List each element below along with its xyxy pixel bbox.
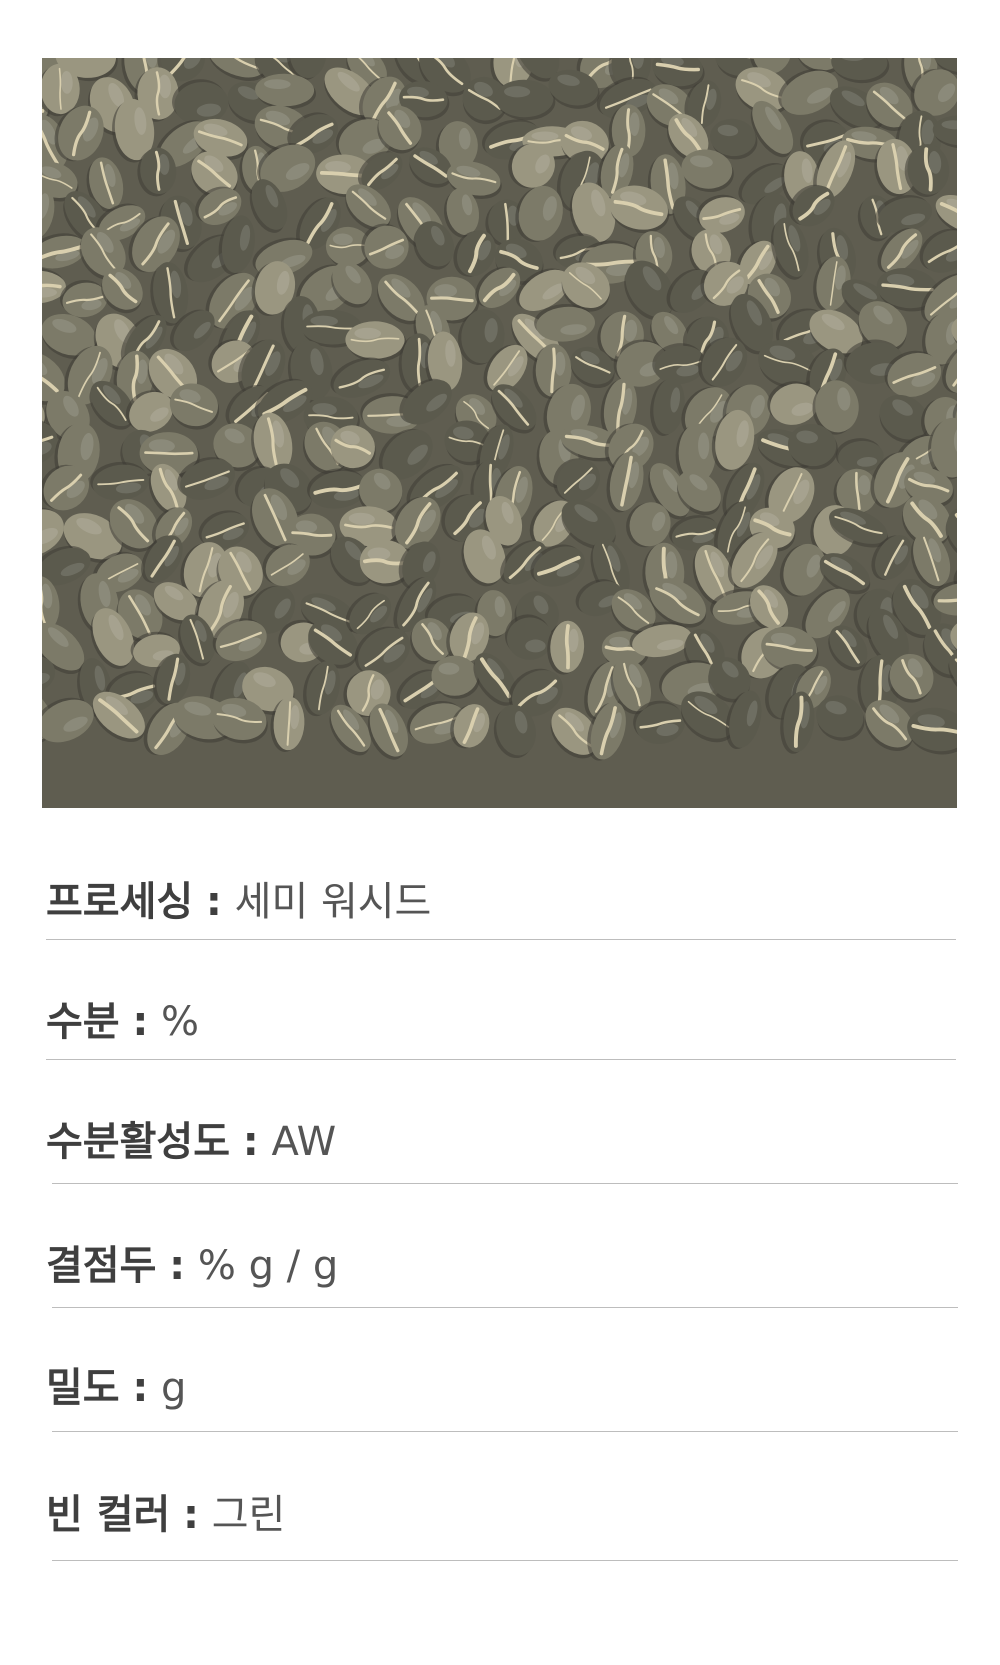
spec-row-defects: 결점두 : % g / g [46,1236,956,1296]
spec-label-defects: 결점두 [46,1243,157,1289]
spec-separator: : [242,1119,259,1165]
spec-row-bean-color: 빈 컬러 : 그린 [46,1485,956,1545]
divider [52,1431,958,1432]
spec-label-moisture: 수분 [46,999,120,1045]
spec-separator: : [169,1243,186,1289]
divider [46,939,956,940]
spec-separator: : [132,1365,149,1411]
spec-row-water-activity: 수분활성도 : AW [46,1112,956,1172]
spec-value-processing: 세미 워시드 [234,879,432,925]
spec-separator: : [183,1492,200,1538]
spec-label-bean-color: 빈 컬러 [46,1492,171,1538]
spec-value-defects: % g / g [197,1243,339,1289]
spec-list: 프로세싱 : 세미 워시드 수분 : % 수분활성도 : AW 결점두 : % … [0,0,1000,1665]
spec-separator: : [132,999,149,1045]
spec-row-moisture: 수분 : % [46,992,956,1052]
divider [52,1183,958,1184]
spec-label-water-activity: 수분활성도 [46,1119,230,1165]
spec-value-bean-color: 그린 [211,1492,286,1538]
divider [52,1560,958,1561]
spec-value-density: g [161,1365,187,1411]
spec-value-water-activity: AW [271,1119,337,1165]
spec-label-processing: 프로세싱 [46,879,194,925]
divider [46,1059,956,1060]
spec-value-moisture: % [161,999,200,1045]
spec-separator: : [205,879,222,925]
spec-label-density: 밀도 [46,1365,120,1411]
divider [52,1307,958,1308]
spec-row-density: 밀도 : g [46,1358,956,1418]
spec-row-processing: 프로세싱 : 세미 워시드 [46,872,956,932]
